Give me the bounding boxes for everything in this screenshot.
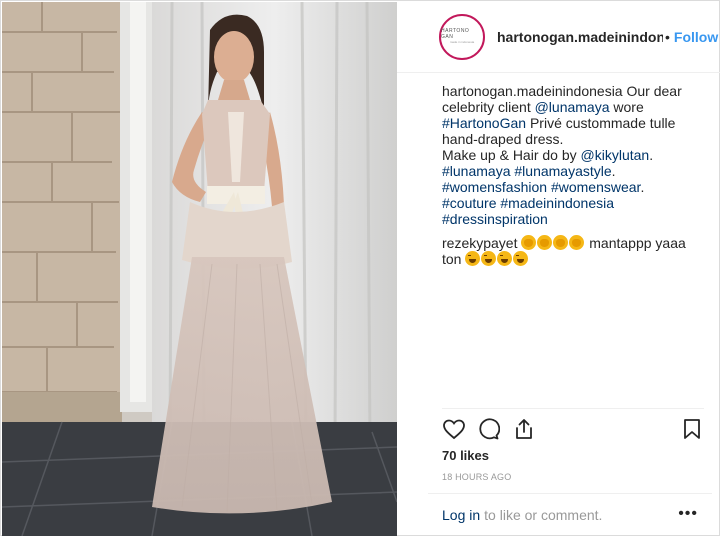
likes-count[interactable]: 70 likes (442, 448, 489, 463)
caption-text-7: . (640, 179, 645, 195)
clap-emoji (569, 235, 585, 250)
hashtag-womenswear[interactable]: #womenswear (551, 179, 641, 195)
hashtag-womensfashion[interactable]: #womensfashion (442, 179, 547, 195)
avatar-sub-text: made in indonesia (449, 40, 475, 44)
caption-text-5: . (649, 147, 654, 163)
caption-username[interactable]: hartonogan.madeinindonesia (442, 83, 623, 99)
caption-text-2: wore (609, 99, 644, 115)
caption-text-6: . (611, 163, 616, 179)
login-footer: Log in to like or comment. ••• (428, 493, 712, 535)
post-body: hartonogan.madeinindonesia Our dear cele… (442, 83, 704, 267)
comment-username[interactable]: rezekypayet (442, 235, 517, 251)
header-username[interactable]: hartonogan.madeinindonesia (497, 29, 663, 45)
post-container: HARTONO GAN made in indonesia hartonogan… (0, 0, 720, 536)
more-options-icon[interactable]: ••• (678, 506, 698, 522)
follow-button[interactable]: Follow (674, 29, 718, 45)
share-icon[interactable] (512, 417, 536, 446)
mention-kikylutan[interactable]: @kikylutan (581, 147, 650, 163)
hashtag-lunamaya[interactable]: #lunamaya (442, 163, 511, 179)
dress-photo-illustration (2, 2, 397, 536)
clap-emoji (553, 235, 569, 250)
clap-emoji (521, 235, 537, 250)
header-separator: • (665, 28, 670, 45)
post-caption: hartonogan.madeinindonesia Our dear cele… (442, 83, 704, 227)
avatar-brand-text: HARTONO GAN (441, 28, 470, 40)
post-timestamp[interactable]: 18 HOURS AGO (442, 472, 511, 482)
laugh-emoji (497, 251, 513, 266)
comment-icon[interactable] (476, 417, 501, 446)
login-link[interactable]: Log in (442, 507, 480, 523)
clap-emoji (537, 235, 553, 250)
comment-item: rezekypayet mantappp yaaa ton (442, 235, 704, 267)
hashtag-dressinspiration[interactable]: #dressinspiration (442, 211, 548, 227)
laugh-emoji (513, 251, 529, 266)
caption-text-4: Make up & Hair do by (442, 147, 581, 163)
hashtag-hartonogan[interactable]: #HartonoGan (442, 115, 526, 131)
profile-avatar[interactable]: HARTONO GAN made in indonesia (439, 13, 485, 60)
hashtag-couture[interactable]: #couture (442, 195, 496, 211)
hashtag-lunamayastyle[interactable]: #lunamayastyle (514, 163, 611, 179)
mention-lunamaya[interactable]: @lunamaya (535, 99, 610, 115)
action-bar (442, 408, 704, 448)
post-photo[interactable] (2, 2, 397, 536)
bookmark-icon[interactable] (680, 417, 704, 446)
login-prompt: to like or comment. (484, 506, 603, 523)
laugh-emoji (481, 251, 497, 266)
hashtag-madeinindonesia[interactable]: #madeinindonesia (500, 195, 614, 211)
laugh-emoji (465, 251, 481, 266)
post-header: HARTONO GAN made in indonesia hartonogan… (397, 1, 720, 73)
heart-icon[interactable] (442, 417, 466, 446)
